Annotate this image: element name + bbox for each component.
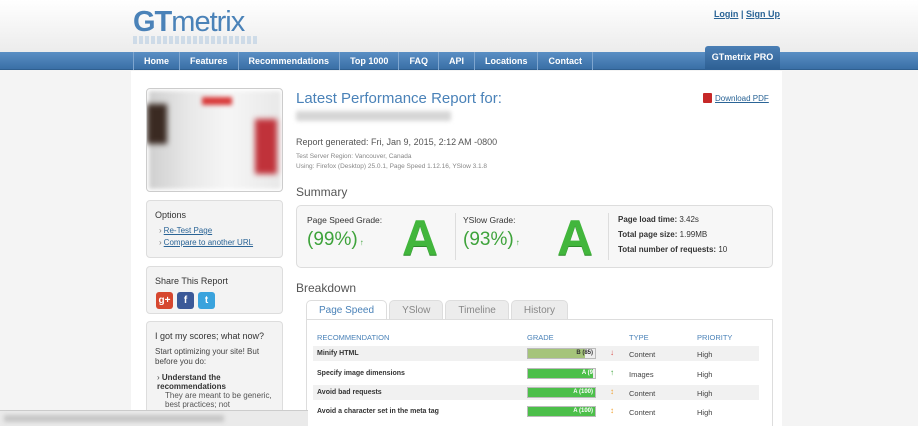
header-bar: GTmetrix Login | Sign Up xyxy=(0,0,918,52)
gtmetrix-logo[interactable]: GTmetrix xyxy=(133,6,245,39)
page-load-time: Page load time: 3.42s xyxy=(618,215,699,224)
report-title: Latest Performance Report for: xyxy=(296,90,502,107)
scores-list-item: › Understand the recommendations They are… xyxy=(157,373,272,409)
tab-yslow[interactable]: YSlow xyxy=(389,300,444,319)
server-region: Test Server Region: Vancouver, Canada xyxy=(296,153,412,160)
divider xyxy=(608,213,609,260)
divider xyxy=(455,213,456,260)
scores-title: I got my scores; what now? xyxy=(155,331,265,341)
grade-text: A (100) xyxy=(573,389,593,395)
recommendation-priority: High xyxy=(697,408,713,417)
login-link[interactable]: Login xyxy=(714,9,739,19)
summary-heading: Summary xyxy=(296,185,348,199)
options-title: Options xyxy=(155,210,187,220)
total-page-size: Total page size: 1.99MB xyxy=(618,230,708,239)
recommendation-priority: High xyxy=(697,389,713,398)
share-title: Share This Report xyxy=(155,276,228,286)
page-screenshot-thumbnail xyxy=(146,88,283,192)
gtmetrix-pro-button[interactable]: GTmetrix PRO xyxy=(705,46,780,70)
table-row[interactable]: Minify HTML B (85) ↓ Content High xyxy=(313,346,759,361)
recommendation-priority: High xyxy=(697,370,713,379)
nav-home[interactable]: Home xyxy=(133,52,181,70)
scores-text: Start optimizing your site! But before y… xyxy=(155,347,260,366)
recommendation-type: Content xyxy=(629,350,656,359)
trend-up-icon: ↑ xyxy=(359,238,364,247)
pagespeed-grade-letter: A xyxy=(402,210,439,266)
col-grade[interactable]: GRADE xyxy=(527,333,554,342)
recommendation-name[interactable]: Specify image dimensions xyxy=(317,370,405,377)
grade-bar: A (9 xyxy=(527,368,596,379)
share-box: Share This Report g+ f t xyxy=(146,266,283,314)
yslow-score: (93%) ↑ xyxy=(463,229,520,250)
col-priority[interactable]: PRIORITY xyxy=(697,333,732,342)
compare-link[interactable]: Compare to another URL xyxy=(159,238,282,247)
nav-recommendations[interactable]: Recommendations xyxy=(239,52,341,70)
recommendation-name[interactable]: Minify HTML xyxy=(317,350,359,357)
trend-icon: ↓ xyxy=(610,348,614,357)
download-pdf-link[interactable]: Download PDF xyxy=(703,93,769,103)
recommendation-name[interactable]: Avoid a character set in the meta tag xyxy=(317,408,439,415)
nav-features[interactable]: Features xyxy=(180,52,239,70)
recommendation-priority: High xyxy=(697,350,713,359)
signup-link[interactable]: Sign Up xyxy=(746,9,780,19)
grade-bar: A (100) xyxy=(527,387,596,398)
col-type[interactable]: TYPE xyxy=(629,333,649,342)
nav-locations[interactable]: Locations xyxy=(475,52,539,70)
yslow-grade-letter: A xyxy=(557,210,594,266)
grade-bar: B (85) xyxy=(527,348,596,359)
total-requests: Total number of requests: 10 xyxy=(618,245,728,254)
options-box: Options Re-Test Page Compare to another … xyxy=(146,200,283,258)
table-row[interactable]: Avoid bad requests A (100) ↕ Content High xyxy=(313,385,759,400)
twitter-icon[interactable]: t xyxy=(198,292,215,309)
nav-faq[interactable]: FAQ xyxy=(399,52,439,70)
logo-gt: GT xyxy=(133,6,172,38)
col-recommendation[interactable]: RECOMMENDATION xyxy=(317,333,389,342)
tab-page-speed[interactable]: Page Speed xyxy=(306,300,388,319)
trend-icon: ↑ xyxy=(610,368,614,377)
google-plus-icon[interactable]: g+ xyxy=(156,292,173,309)
grade-text: A (100) xyxy=(573,408,593,414)
grade-bar: A (100) xyxy=(527,406,596,417)
trend-icon: ↕ xyxy=(610,387,614,396)
main-nav: Home Features Recommendations Top 1000 F… xyxy=(0,52,918,70)
report-generated: Report generated: Fri, Jan 9, 2015, 2:12… xyxy=(296,137,498,147)
recommendation-type: Content xyxy=(629,408,656,417)
breakdown-tabs: Page Speed YSlow Timeline History xyxy=(306,300,568,319)
nav-contact[interactable]: Contact xyxy=(538,52,593,70)
logo-metrix: metrix xyxy=(171,6,245,38)
retest-link[interactable]: Re-Test Page xyxy=(159,226,282,235)
yslow-grade-label: YSlow Grade: xyxy=(463,215,516,225)
recommendation-type: Content xyxy=(629,389,656,398)
facebook-icon[interactable]: f xyxy=(177,292,194,309)
grade-text: A (9 xyxy=(581,370,593,376)
separator: | xyxy=(740,9,744,19)
nav-top-1000[interactable]: Top 1000 xyxy=(340,52,400,70)
logo-reflection xyxy=(133,36,259,44)
account-links: Login | Sign Up xyxy=(714,9,780,19)
breakdown-heading: Breakdown xyxy=(296,281,357,295)
trend-up-icon: ↑ xyxy=(515,238,520,247)
tab-history[interactable]: History xyxy=(510,300,568,319)
tab-timeline[interactable]: Timeline xyxy=(445,300,509,319)
test-using: Using: Firefox (Desktop) 25.0.1, Page Sp… xyxy=(296,163,488,170)
nav-api[interactable]: API xyxy=(439,52,475,70)
grade-text: B (85) xyxy=(576,350,593,356)
pagespeed-score: (99%) ↑ xyxy=(307,229,364,250)
recommendation-type: Images xyxy=(629,370,654,379)
pdf-icon xyxy=(703,93,712,103)
report-url-blurred[interactable] xyxy=(296,111,451,121)
table-row[interactable]: Specify image dimensions A (9 ↑ Images High xyxy=(313,366,759,381)
recommendation-name[interactable]: Avoid bad requests xyxy=(317,389,382,396)
status-bar xyxy=(0,410,308,426)
trend-icon: ↕ xyxy=(610,406,614,415)
table-row[interactable]: Avoid a character set in the meta tag A (… xyxy=(313,404,759,419)
pagespeed-grade-label: Page Speed Grade: xyxy=(307,215,383,225)
